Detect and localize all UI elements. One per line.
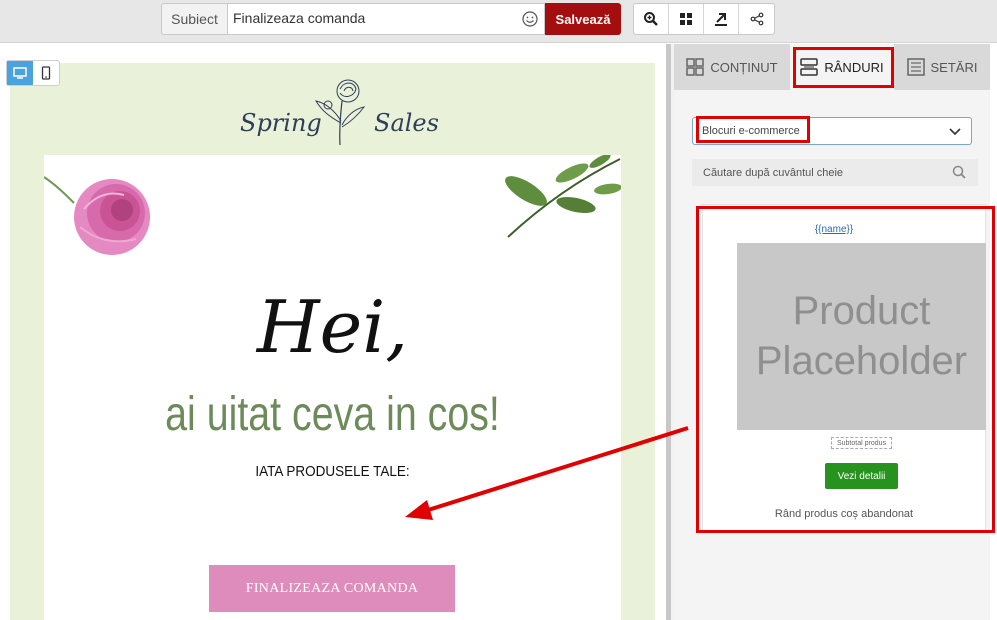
tab-label: SETĂRI [930, 59, 978, 75]
blocks-icon[interactable] [669, 4, 704, 34]
email-canvas: Spring Sales Hei, ai uitat ceva in cos! … [0, 44, 666, 620]
emoji-icon[interactable] [522, 11, 538, 27]
subject-group: Subiect Finalizeaza comanda Salvează [161, 3, 621, 35]
finalize-order-button[interactable]: FINALIZEAZA COMANDA [209, 565, 455, 612]
highlight-box-block [696, 206, 995, 533]
desktop-view-icon[interactable] [7, 61, 33, 85]
email-headline: Hei, [256, 285, 409, 369]
toolbar-tools [633, 3, 775, 35]
logo-text-right: Sales [374, 109, 439, 137]
email-content-card: Hei, ai uitat ceva in cos! IATA PRODUSEL… [44, 155, 621, 620]
subject-input[interactable]: Finalizeaza comanda [227, 3, 545, 35]
top-toolbar: Subiect Finalizeaza comanda Salvează [0, 0, 997, 43]
export-icon[interactable] [704, 4, 739, 34]
mobile-view-icon[interactable] [33, 61, 59, 85]
highlight-box-tab [793, 47, 894, 88]
leaf-branch-icon [505, 155, 621, 238]
search-placeholder: Căutare după cuvântul cheie [703, 167, 844, 179]
pink-flower-icon [44, 176, 150, 255]
settings-icon [906, 58, 925, 76]
tab-content[interactable]: CONȚINUT [674, 44, 790, 90]
highlight-box-select [696, 116, 810, 143]
products-title: IATA PRODUSELE TALE: [255, 463, 410, 480]
grid-icon [686, 58, 705, 76]
share-icon[interactable] [739, 4, 774, 34]
email-background: Spring Sales Hei, ai uitat ceva in cos! … [10, 63, 655, 620]
search-input[interactable]: Căutare după cuvântul cheie [692, 159, 978, 186]
device-toggle [6, 60, 60, 86]
save-button[interactable]: Salvează [545, 3, 621, 35]
search-icon[interactable] [952, 165, 966, 179]
zoom-icon[interactable] [634, 4, 669, 34]
chevron-down-icon [949, 128, 961, 136]
flower-logo-icon [314, 79, 366, 146]
subject-value: Finalizeaza comanda [233, 10, 366, 26]
tab-label: CONȚINUT [710, 59, 778, 75]
email-editor: Subiect Finalizeaza comanda Salvează Spr… [0, 0, 997, 620]
email-subheadline: ai uitat ceva in cos! [165, 388, 500, 441]
subject-label: Subiect [161, 3, 227, 35]
tab-settings[interactable]: SETĂRI [894, 44, 990, 90]
side-panel: CONȚINUT RÂNDURI SETĂRI Blocuri e-commer… [674, 44, 995, 620]
